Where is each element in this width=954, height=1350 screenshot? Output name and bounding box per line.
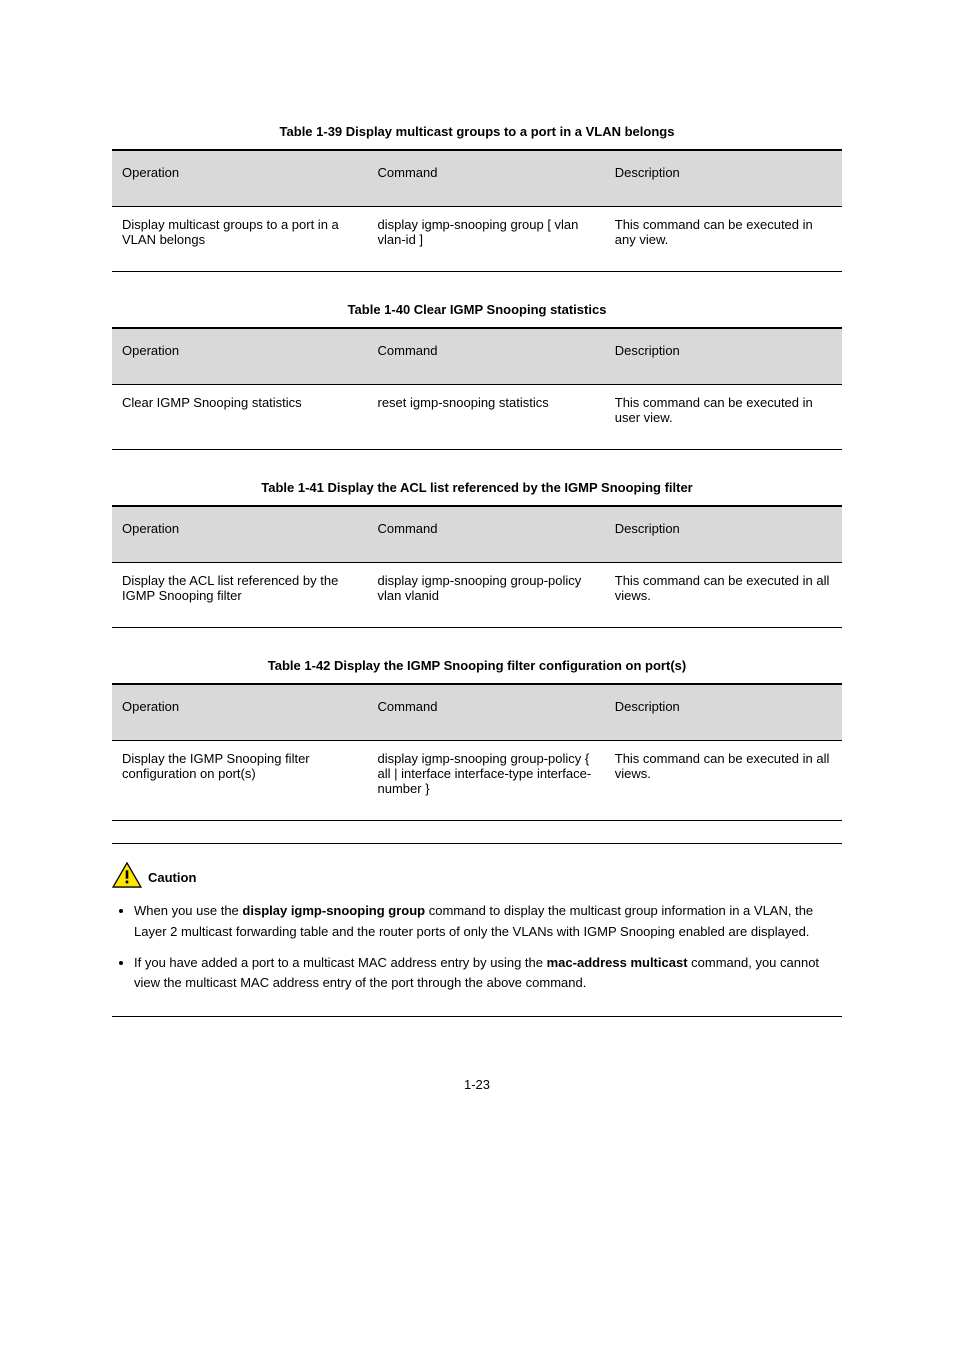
table-row: Display the ACL list referenced by the I… bbox=[112, 563, 842, 628]
th-description: Description bbox=[605, 328, 842, 385]
config-table-2: Operation Command Description Clear IGMP… bbox=[112, 327, 842, 450]
caution-item-1: When you use the display igmp-snooping g… bbox=[134, 901, 842, 943]
caution-list: When you use the display igmp-snooping g… bbox=[112, 901, 842, 994]
th-command: Command bbox=[368, 328, 605, 385]
cell-operation: Clear IGMP Snooping statistics bbox=[112, 385, 368, 450]
th-operation: Operation bbox=[112, 684, 368, 741]
table-title-2: Table 1-40 Clear IGMP Snooping statistic… bbox=[112, 302, 842, 317]
config-table-3: Operation Command Description Display th… bbox=[112, 505, 842, 628]
th-operation: Operation bbox=[112, 506, 368, 563]
cell-operation: Display multicast groups to a port in a … bbox=[112, 207, 368, 272]
cell-operation: Display the ACL list referenced by the I… bbox=[112, 563, 368, 628]
caution-header: Caution bbox=[112, 862, 842, 893]
th-command: Command bbox=[368, 506, 605, 563]
th-description: Description bbox=[605, 506, 842, 563]
caution-block: Caution When you use the display igmp-sn… bbox=[112, 843, 842, 1017]
th-command: Command bbox=[368, 150, 605, 207]
cell-command: display igmp-snooping group-policy vlan … bbox=[368, 563, 605, 628]
caution-item-2: If you have added a port to a multicast … bbox=[134, 953, 842, 995]
table-title-4: Table 1-42 Display the IGMP Snooping fil… bbox=[112, 658, 842, 673]
cell-description: This command can be executed in any view… bbox=[605, 207, 842, 272]
cell-description: This command can be executed in all view… bbox=[605, 741, 842, 821]
table-row: Display multicast groups to a port in a … bbox=[112, 207, 842, 272]
divider bbox=[112, 1016, 842, 1017]
cell-command: display igmp-snooping group [ vlan vlan-… bbox=[368, 207, 605, 272]
table-row: Display the IGMP Snooping filter configu… bbox=[112, 741, 842, 821]
cell-description: This command can be executed in all view… bbox=[605, 563, 842, 628]
cell-operation: Display the IGMP Snooping filter configu… bbox=[112, 741, 368, 821]
th-description: Description bbox=[605, 684, 842, 741]
th-operation: Operation bbox=[112, 150, 368, 207]
th-command: Command bbox=[368, 684, 605, 741]
th-description: Description bbox=[605, 150, 842, 207]
cell-command: display igmp-snooping group-policy { all… bbox=[368, 741, 605, 821]
cell-description: This command can be executed in user vie… bbox=[605, 385, 842, 450]
divider bbox=[112, 843, 842, 844]
config-table-1: Operation Command Description Display mu… bbox=[112, 149, 842, 272]
table-row: Clear IGMP Snooping statistics reset igm… bbox=[112, 385, 842, 450]
caution-icon bbox=[112, 862, 142, 893]
cell-command: reset igmp-snooping statistics bbox=[368, 385, 605, 450]
caution-label: Caution bbox=[148, 870, 196, 885]
config-table-4: Operation Command Description Display th… bbox=[112, 683, 842, 821]
table-title-1: Table 1-39 Display multicast groups to a… bbox=[112, 124, 842, 139]
table-title-3: Table 1-41 Display the ACL list referenc… bbox=[112, 480, 842, 495]
th-operation: Operation bbox=[112, 328, 368, 385]
document-page: Table 1-39 Display multicast groups to a… bbox=[0, 0, 954, 1132]
page-number: 1-23 bbox=[112, 1077, 842, 1092]
